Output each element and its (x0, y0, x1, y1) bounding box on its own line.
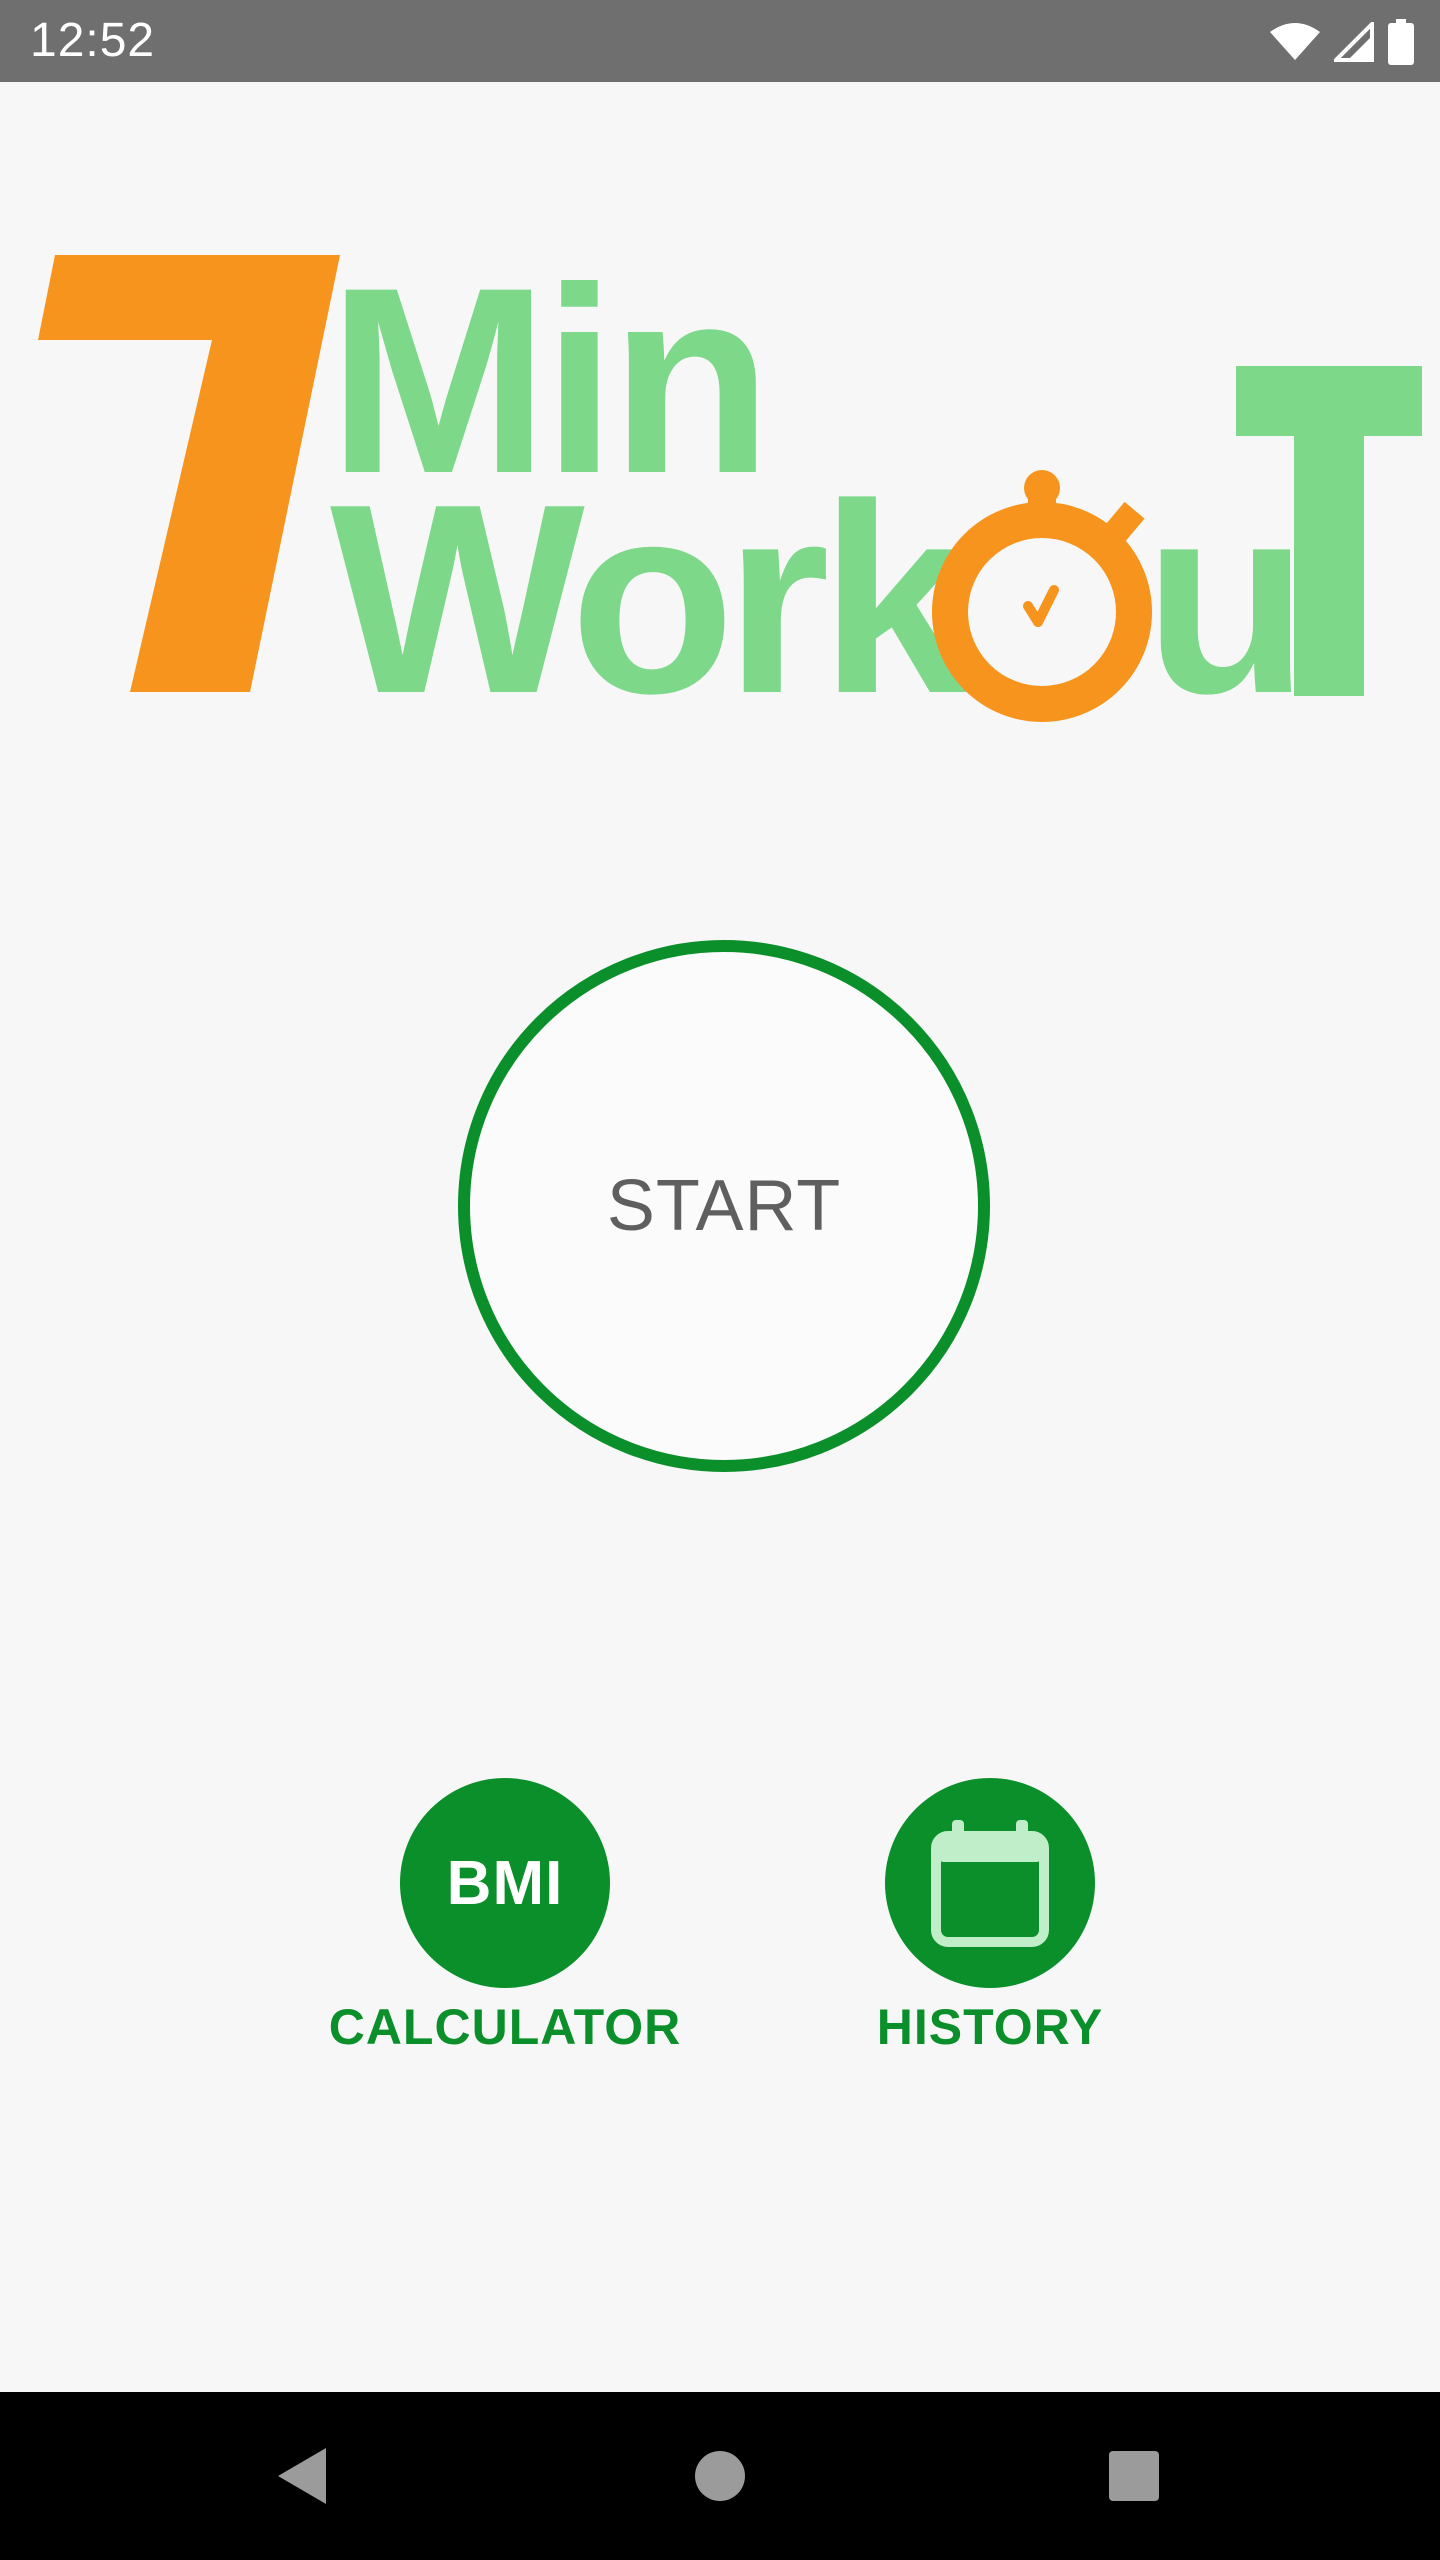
home-icon (695, 2451, 745, 2501)
history-button[interactable]: HISTORY (840, 1778, 1140, 2056)
main-screen: 12:52 Min Work u START BMI CALCULATOR HI… (0, 0, 1440, 2560)
stopwatch-icon (932, 470, 1152, 722)
back-icon (278, 2448, 326, 2504)
calendar-icon (931, 1820, 1049, 1947)
nav-recents-button[interactable] (1064, 2392, 1204, 2560)
status-time: 12:52 (30, 14, 156, 67)
nav-back-button[interactable] (232, 2392, 372, 2560)
logo-seven (38, 255, 340, 692)
app-logo: Min Work u (38, 233, 1422, 750)
bmi-icon-text: BMI (446, 1848, 564, 1918)
battery-icon (1388, 19, 1414, 65)
status-bar: 12:52 (0, 0, 1440, 82)
nav-home-button[interactable] (650, 2392, 790, 2560)
recents-icon (1109, 2451, 1159, 2501)
logo-word-work: Work (330, 449, 972, 750)
start-button[interactable]: START (458, 940, 990, 1472)
status-icons (1270, 18, 1414, 66)
signal-icon (1334, 22, 1374, 62)
navigation-bar (0, 2392, 1440, 2560)
logo-letter-u: u (1144, 449, 1309, 750)
bmi-calculator-button[interactable]: BMI CALCULATOR (328, 1778, 682, 2056)
history-label: HISTORY (876, 1999, 1104, 2055)
start-label: START (606, 1166, 842, 1246)
bmi-circle[interactable]: BMI (400, 1778, 610, 1988)
bmi-calculator-label: CALCULATOR (328, 1999, 682, 2055)
wifi-icon (1270, 23, 1320, 60)
history-circle[interactable] (885, 1778, 1095, 1988)
